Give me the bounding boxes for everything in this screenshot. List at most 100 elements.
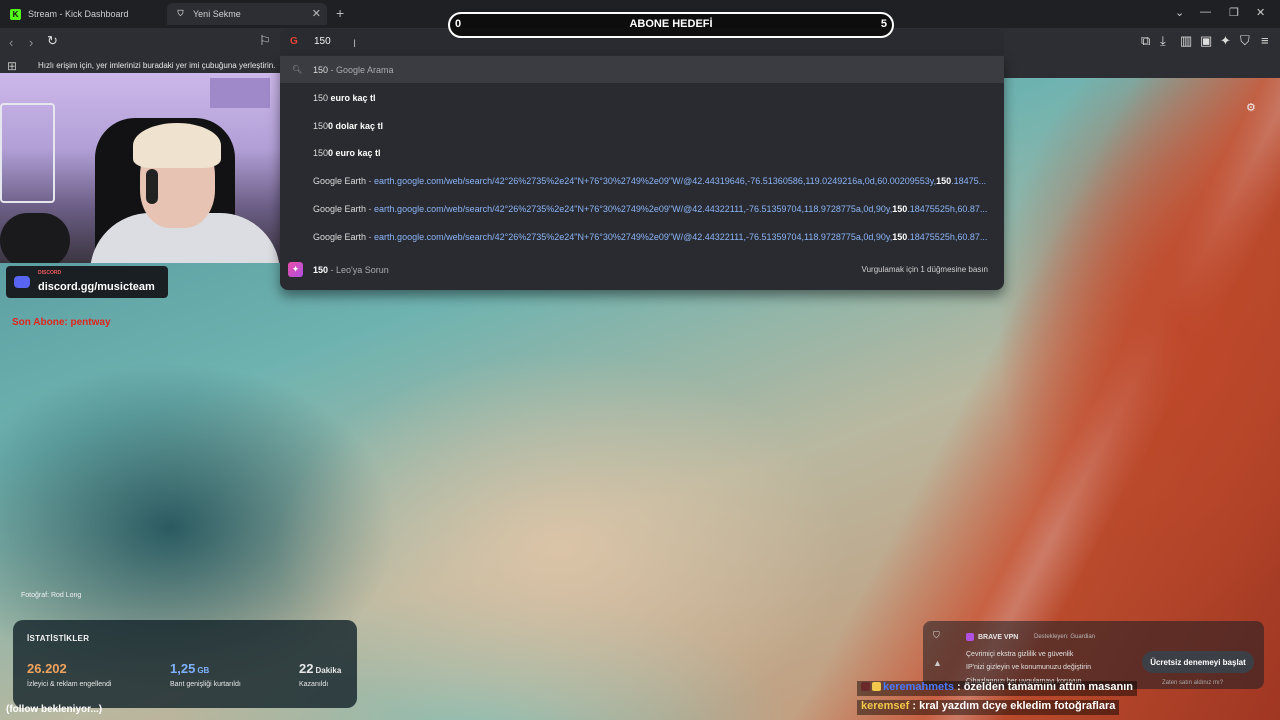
suggestion-item[interactable]: Google Earth - earth.google.com/web/sear… [280,223,1004,250]
stats-title: İSTATİSTİKLER [27,634,90,643]
suggestion-title: Google Earth [313,175,367,186]
discord-icon [14,276,30,288]
bookmark-icon[interactable]: ⚐ [259,33,271,49]
suggestion-item[interactable]: 1500 dolar kaç tl [280,112,1004,139]
suggestion-url: earth.google.com/web/search/42°26%2735%2… [374,203,893,214]
tab-kick-dashboard[interactable]: K Stream - Kick Dashboard [2,3,166,25]
suggestion-item[interactable]: Google Earth - earth.google.com/web/sear… [280,167,1004,194]
microphone [0,213,70,263]
brave-shield-icon: ⛉ [177,9,184,18]
suggestion-query: 150 [313,147,329,158]
streamer-hair [133,123,221,168]
omnibox-dropdown: 🔍︎ 150 - Google Arama 150 euro kaç tl 15… [280,56,1004,290]
vpn-shield-icon: ⛉ [933,630,940,640]
suggestion-title: Google Earth [313,231,367,242]
suggestion-completion: euro kaç tl [328,92,376,103]
tab-label: Yeni Sekme [193,9,241,19]
vpn-logo-icon [966,633,974,641]
last-subscriber: Son Abone: pentway [12,317,111,328]
suggestion-url-match: 150 [892,231,908,242]
text-cursor-icon: I [353,38,357,50]
chat-username: keremahmets [883,681,954,693]
chat-badge-icon [861,682,870,691]
leo-hint: Vurgulamak için 1 düğmesine basın [861,265,988,274]
gear-icon[interactable]: ⚙ [1246,101,1256,114]
stat-label: İzleyici & reklam engellendi [27,681,112,688]
wallet-icon[interactable]: ▣ [1200,33,1212,49]
leo-ai-icon: ✦ [288,262,303,277]
downloads-icon[interactable]: ⤓ [1160,33,1166,49]
suggestion-item[interactable]: Google Earth - earth.google.com/web/sear… [280,195,1004,222]
suggestion-separator: - [366,175,375,186]
stat-unit: GB [197,666,210,675]
stat-time-saved: 22 Dakika Kazanıldı [299,660,341,688]
suggestion-source: - Google Arama [328,64,394,75]
close-window-icon[interactable]: ✕ [1256,6,1265,19]
suggestion-separator: - [366,231,375,242]
chat-message: keremahmets : özelden tamamını attım mas… [857,681,1138,696]
apps-grid-icon[interactable]: ⊞ [7,59,17,73]
chat-text: : kral yazdım dcye ekledim fotoğraflara [909,700,1116,712]
photo-credit[interactable]: Fotoğraf: Rod Long [21,592,81,599]
chat-message: keremsef : kral yazdım dcye ekledim foto… [857,700,1120,715]
address-input[interactable]: 150 [314,36,331,47]
vpn-icon[interactable]: ⛉ [1240,33,1250,49]
suggestion-query: 150 [313,120,329,131]
suggestion-url: earth.google.com/web/search/42°26%2735%2… [374,231,893,242]
suggestion-url-match: 150 [936,175,952,186]
stat-value: 22 [299,661,314,676]
reload-icon[interactable]: ↻ [47,33,58,49]
kick-logo-icon: K [10,8,21,20]
suggestion-url-tail: .18475525h,60.87... [907,231,988,242]
tab-label: Stream - Kick Dashboard [28,9,129,19]
suggestion-item[interactable]: 1500 euro kaç tl [280,139,1004,166]
leo-query: 150 [313,264,329,275]
bookmarks-hint: Hızlı erişim için, yer imlerinizi burada… [38,61,276,70]
start-trial-button[interactable]: Ücretsiz denemeyi başlat [1142,651,1254,673]
bird-cage [0,103,55,203]
new-tab-button[interactable]: + [336,5,344,21]
sub-goal-bar: 0 ABONE HEDEFİ 5 [448,12,894,38]
back-icon[interactable]: ‹ [9,35,13,50]
vpn-feature: IP'nizi gizleyin ve konumunuzu değiştiri… [966,664,1092,671]
forward-icon[interactable]: › [29,35,33,50]
suggestion-item[interactable]: 🔍︎ 150 - Google Arama [280,56,1004,83]
suggestion-completion: 0 euro kaç tl [328,147,381,158]
leo-suggestion[interactable]: ✦ 150 - Leo'ya Sorun Vurgulamak için 1 d… [280,256,1004,283]
suggestion-url-tail: .18475... [951,175,987,186]
tab-search-icon[interactable]: ⌄ [1175,6,1184,19]
tab-new[interactable]: ⛉ Yeni Sekme ✕ [167,3,327,25]
stat-ads-blocked: 26.202 İzleyici & reklam engellendi [27,660,111,688]
suggestion-url-match: 150 [892,203,908,214]
suggestion-item[interactable]: 150 euro kaç tl [280,84,1004,111]
suggestion-url-tail: .18475525h,60.87... [907,203,988,214]
suggestion-query: 150 [313,64,329,75]
suggestion-completion: 0 dolar kaç tl [328,120,384,131]
minimize-icon[interactable]: — [1200,6,1211,18]
restore-icon[interactable]: ❐ [1229,6,1239,19]
shelf [210,78,270,108]
close-tab-icon[interactable]: ✕ [312,7,321,20]
suggestion-url: earth.google.com/web/search/42°26%2735%2… [374,175,937,186]
sidebar-icon[interactable]: ▥ [1180,33,1192,49]
headset [146,169,158,204]
stat-label: Kazanıldı [299,681,329,688]
google-icon: G [290,36,298,47]
suggestion-title: Google Earth [313,203,367,214]
stat-bandwidth: 1,25 GB Bant genişliği kurtarıldı [170,660,241,688]
vpn-sponsor: Destekleyen: Guardian [1034,634,1096,640]
discord-link: discord.gg/musicteam [38,281,155,293]
chat-text: : özelden tamamını attım masanın [953,681,1134,693]
chat-badge-icon [872,682,881,691]
suggestion-separator: - [366,203,375,214]
extensions-icon[interactable]: ⧉ [1141,33,1150,49]
already-purchased-link[interactable]: Zaten satın aldınız mı? [1162,680,1223,686]
suggestion-query: 150 [313,92,329,103]
menu-icon[interactable]: ≡ [1261,33,1269,48]
leo-icon[interactable]: ✦ [1220,33,1231,49]
vpn-feature: Çevrimiçi ekstra gizlilik ve güvenlik [966,651,1074,658]
chat-username: keremsef [861,700,910,712]
webcam-feed [0,73,310,263]
warning-icon: ▲ [933,658,942,668]
vpn-brand: BRAVE VPN [966,633,1018,641]
